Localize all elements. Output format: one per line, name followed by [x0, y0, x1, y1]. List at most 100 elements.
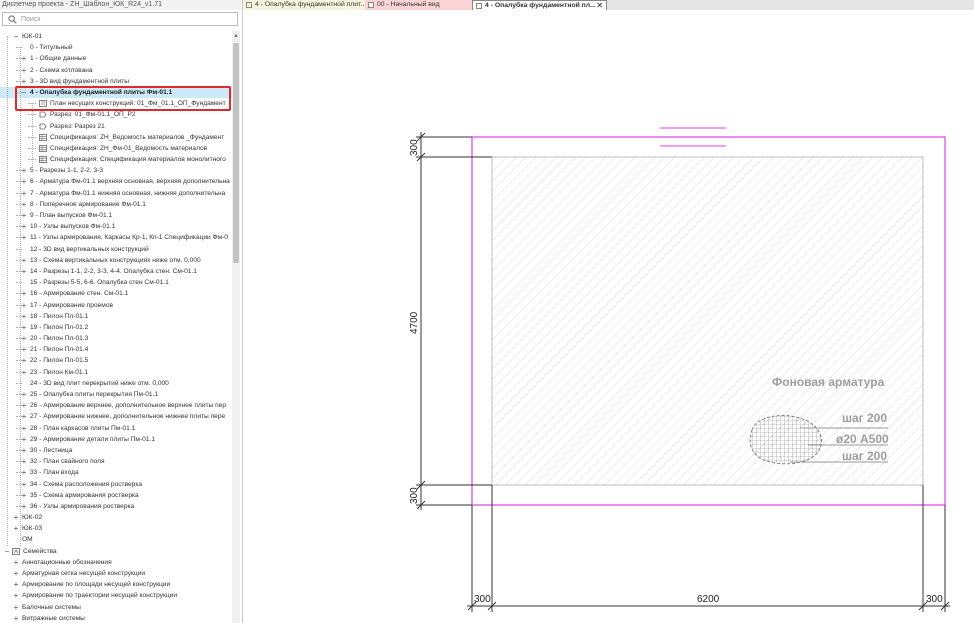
tree-item[interactable]: +27 - Армирование нижнее, дополнительное…: [0, 411, 232, 422]
expand-icon[interactable]: +: [20, 445, 28, 456]
drawing-canvas[interactable]: Фоновая арматура шаг 200 ø20 А500 шаг 20…: [243, 10, 974, 623]
tree-item[interactable]: 15 - Разрезы 5-5, 6-6. Опалубка стен См-…: [0, 277, 232, 288]
tree-item[interactable]: +23 - Пилон Км-01.1: [0, 367, 232, 378]
expand-icon[interactable]: +: [20, 53, 28, 64]
expand-icon[interactable]: +: [20, 467, 28, 478]
tree-item[interactable]: +5 - Разрезы 1-1, 2-2, 3-3: [0, 165, 232, 176]
tree-item[interactable]: +33 - План входа: [0, 467, 232, 478]
tree-item[interactable]: + Балочные системы: [0, 602, 232, 613]
tree-item[interactable]: + Витражные системы: [0, 613, 232, 623]
expand-icon[interactable]: +: [20, 344, 28, 355]
tree-item[interactable]: +11 - Узлы армирования. Каркасы Кр-1, Кп…: [0, 232, 232, 243]
tree-item[interactable]: +30 - Лестница: [0, 445, 232, 456]
expand-icon[interactable]: +: [12, 602, 20, 613]
expand-icon[interactable]: +: [20, 411, 28, 422]
tree-item[interactable]: +17 - Армирование проемов: [0, 300, 232, 311]
expand-icon[interactable]: +: [20, 479, 28, 490]
expand-icon[interactable]: +: [20, 288, 28, 299]
tree-item[interactable]: +20 - Пилон Пл-01.3: [0, 333, 232, 344]
tree-item[interactable]: +32 - План свайного поля: [0, 456, 232, 467]
expand-icon[interactable]: +: [20, 76, 28, 87]
tree-item[interactable]: +13 - Схема вертикальных конструкциях ни…: [0, 255, 232, 266]
expand-icon[interactable]: +: [20, 311, 28, 322]
expand-icon[interactable]: +: [20, 456, 28, 467]
expand-icon[interactable]: +: [12, 568, 20, 579]
expand-icon[interactable]: +: [20, 300, 28, 311]
tree-item[interactable]: ОМ: [0, 534, 232, 545]
expand-icon[interactable]: +: [12, 579, 20, 590]
collapse-icon[interactable]: −: [3, 546, 11, 557]
tree-item[interactable]: + Арматурная сетка несущей конструкции: [0, 568, 232, 579]
expand-icon[interactable]: +: [20, 266, 28, 277]
tree-item[interactable]: +21 - Пилон Пл-01.4: [0, 344, 232, 355]
view-tab[interactable]: 4 - Опалубка фундаментной плит...: [243, 0, 365, 10]
tree-item[interactable]: Спецификация: ZH_Фм-01_Ведомость материа…: [0, 143, 232, 154]
expand-icon[interactable]: +: [20, 501, 28, 512]
expand-icon[interactable]: +: [20, 389, 28, 400]
tree-item[interactable]: +2 - Схема котлована: [0, 65, 232, 76]
view-tab[interactable]: 00 - Начальный вид: [365, 0, 472, 10]
tree-item[interactable]: + ЮК-02: [0, 512, 232, 523]
expand-icon[interactable]: +: [20, 210, 28, 221]
tree-item[interactable]: +28 - План каркасов плиты Пм-01.1: [0, 423, 232, 434]
tree-item[interactable]: +19 - Пилон Пл-01.2: [0, 322, 232, 333]
tree-item[interactable]: +1 - Общие данные: [0, 53, 232, 64]
expand-icon[interactable]: +: [12, 590, 20, 601]
tree-item[interactable]: +8 - Поперечное армирование Фм-01.1: [0, 199, 232, 210]
expand-icon[interactable]: +: [12, 557, 20, 568]
expand-icon[interactable]: +: [20, 176, 28, 187]
collapse-icon[interactable]: −: [20, 87, 28, 98]
expand-icon[interactable]: +: [12, 523, 20, 534]
expand-icon[interactable]: +: [20, 199, 28, 210]
expand-icon[interactable]: +: [12, 512, 20, 523]
expand-icon[interactable]: +: [20, 400, 28, 411]
tree-item[interactable]: +26 - Армирование верхнее, дополнительно…: [0, 400, 232, 411]
expand-icon[interactable]: +: [20, 423, 28, 434]
tree-item[interactable]: +36 - Узлы армирования ростверка: [0, 501, 232, 512]
tree-item[interactable]: +9 - План выпусков Фм-01.1: [0, 210, 232, 221]
tree-item[interactable]: + ЮК-03: [0, 523, 232, 534]
expand-icon[interactable]: +: [20, 221, 28, 232]
scroll-thumb[interactable]: [233, 43, 239, 263]
tree-item[interactable]: + Армирование по траектории несущей конст…: [0, 590, 232, 601]
tree-item[interactable]: +34 - Схема расположения ростверка: [0, 479, 232, 490]
expand-icon[interactable]: +: [20, 367, 28, 378]
expand-icon[interactable]: +: [20, 355, 28, 366]
tree-item[interactable]: +25 - Опалубка плиты перекрытия Пм-01.1: [0, 389, 232, 400]
tree-item[interactable]: 12 - 3D вид вертикальных конструкций: [0, 244, 232, 255]
tree-item[interactable]: + Армирование по площади несущей конструк…: [0, 579, 232, 590]
expand-icon[interactable]: +: [20, 165, 28, 176]
tree-item[interactable]: План несущих конструкций: 01_Фм_01.1_ОП_…: [0, 98, 232, 109]
expand-icon[interactable]: +: [20, 322, 28, 333]
tree-item[interactable]: +6 - Арматура Фм-01.1 верхняя основная, …: [0, 176, 232, 187]
tree-item[interactable]: 24 - 3D вид плит перекрытий ниже отм. 0,…: [0, 378, 232, 389]
tree-item[interactable]: − Семейства: [0, 546, 232, 557]
tree-item[interactable]: 0 - Титульный: [0, 42, 232, 53]
expand-icon[interactable]: +: [20, 333, 28, 344]
tree-item[interactable]: +10 - Узлы выпусков Фм-01.1: [0, 221, 232, 232]
tree-item[interactable]: + Аннотационные обозначения: [0, 557, 232, 568]
tree-item[interactable]: Разрез: Разрез 21: [0, 121, 232, 132]
expand-icon[interactable]: +: [20, 255, 28, 266]
scroll-up-icon[interactable]: ▲: [233, 33, 239, 39]
expand-icon[interactable]: +: [20, 490, 28, 501]
close-tab-icon[interactable]: ✕: [596, 1, 603, 10]
tree-item[interactable]: +3 - 3D вид фундаментной плиты: [0, 76, 232, 87]
tree-item[interactable]: − ЮК-01: [0, 31, 232, 42]
expand-icon[interactable]: +: [20, 232, 28, 243]
scrollbar[interactable]: ▲: [232, 31, 240, 623]
tree-item[interactable]: Спецификация: Спецификация материалов мо…: [0, 154, 232, 165]
tree-item[interactable]: +18 - Пилон Пл-01.1: [0, 311, 232, 322]
tree-item[interactable]: +29 - Армирование детали плиты Пм-01.1: [0, 434, 232, 445]
search-input[interactable]: [21, 14, 231, 24]
expand-icon[interactable]: +: [20, 65, 28, 76]
tree-item[interactable]: +7 - Арматура Фм-01.1 нижняя основная, н…: [0, 188, 232, 199]
expand-icon[interactable]: +: [20, 434, 28, 445]
tree-item[interactable]: +22 - Пилон Пл-01.5: [0, 355, 232, 366]
search-box[interactable]: [2, 12, 238, 26]
expand-icon[interactable]: +: [20, 188, 28, 199]
tree-item[interactable]: Спецификация: ZH_Ведомость материалов _Ф…: [0, 132, 232, 143]
collapse-icon[interactable]: −: [12, 31, 20, 42]
tree-item[interactable]: Разрез: 01_Фм-01.1_ОП_Р2: [0, 109, 232, 120]
tree-item[interactable]: −4 - Опалубка фундаментной плиты Фм-01.1: [0, 86, 232, 99]
